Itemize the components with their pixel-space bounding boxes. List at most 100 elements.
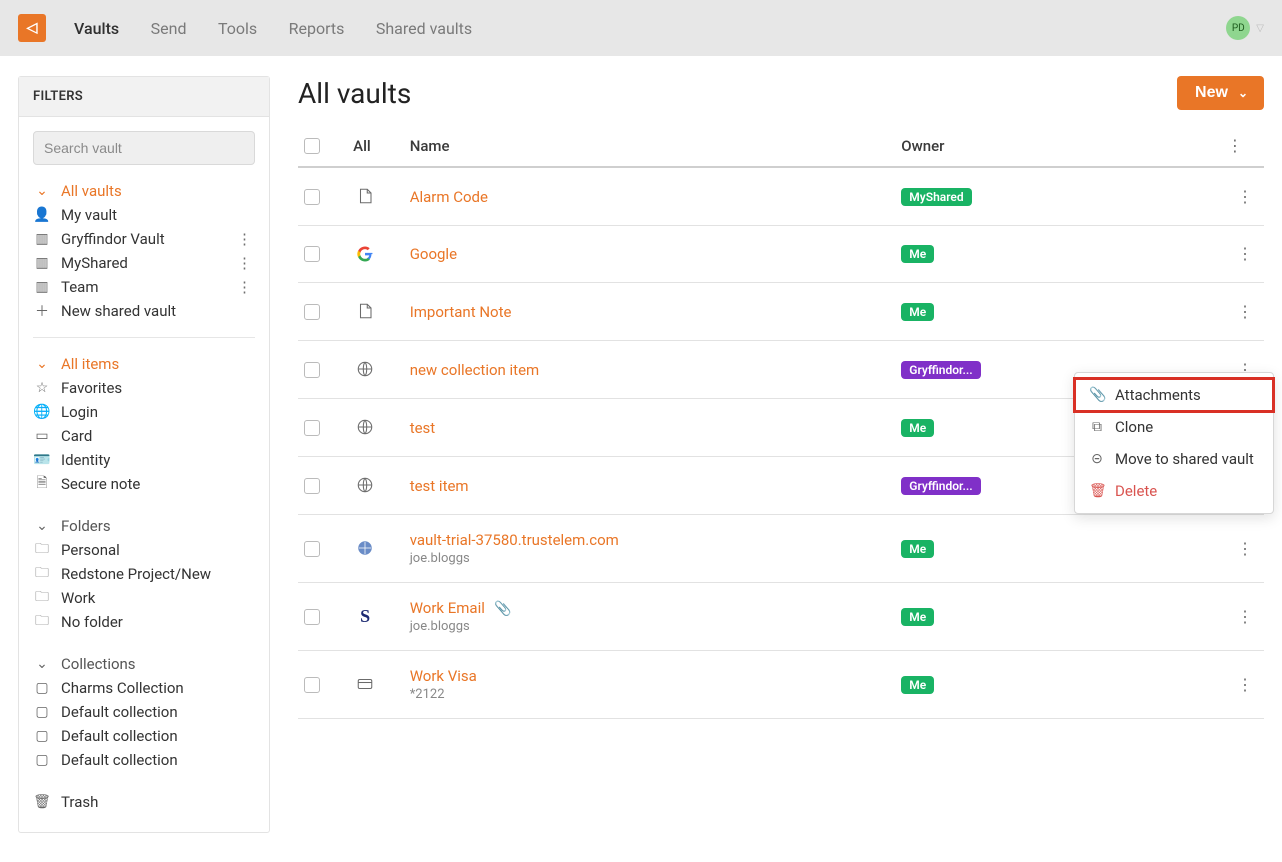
item-type-icon — [353, 473, 377, 497]
collection-icon: ▢ — [33, 680, 51, 696]
row-checkbox[interactable] — [304, 189, 320, 205]
chevron-down-icon[interactable]: ▽ — [1256, 23, 1264, 34]
row-checkbox[interactable] — [304, 609, 320, 625]
sidebar-item-folder[interactable]: 🗀 Work — [33, 586, 255, 610]
vault-icon: ▥ — [33, 279, 51, 295]
nav-tab-vaults[interactable]: Vaults — [74, 13, 119, 44]
vault-icon: ▥ — [33, 255, 51, 271]
kebab-icon[interactable]: ⋮ — [233, 281, 255, 294]
item-name-link[interactable]: new collection item — [410, 361, 540, 379]
sidebar-item-label: Personal — [61, 541, 255, 559]
item-type-icon — [353, 184, 377, 208]
ctx-item-attachments[interactable]: 📎 Attachments — [1075, 379, 1273, 411]
sidebar-item-label: Secure note — [61, 475, 255, 493]
sidebar-item-collection[interactable]: ▢ Default collection — [33, 700, 255, 724]
ctx-item-move[interactable]: ⊝ Move to shared vault — [1075, 443, 1273, 475]
row-checkbox[interactable] — [304, 541, 320, 557]
sidebar-item-collection[interactable]: ▢ Default collection — [33, 748, 255, 772]
row-checkbox[interactable] — [304, 246, 320, 262]
row-kebab-icon[interactable]: ⋮ — [1231, 540, 1258, 558]
sidebar-head-folders[interactable]: ⌄ Folders — [33, 514, 255, 538]
sidebar-item-gryffindor[interactable]: ▥ Gryffindor Vault ⋮ — [33, 227, 255, 251]
sidebar-item-myshared[interactable]: ▥ MyShared ⋮ — [33, 251, 255, 275]
row-checkbox[interactable] — [304, 304, 320, 320]
item-name-link[interactable]: Alarm Code — [410, 188, 488, 206]
sidebar-item-label: Favorites — [61, 379, 255, 397]
sidebar-item-trash[interactable]: 🗑 Trash — [33, 790, 255, 814]
sidebar-item-collection[interactable]: ▢ Charms Collection — [33, 676, 255, 700]
sidebar-item-label: New shared vault — [61, 302, 255, 320]
sidebar-item-card[interactable]: ▭ Card — [33, 424, 255, 448]
chevron-down-icon: ⌄ — [33, 518, 51, 534]
sidebar-item-label: Card — [61, 427, 255, 445]
sidebar-item-collection[interactable]: ▢ Default collection — [33, 724, 255, 748]
sidebar-item-team[interactable]: ▥ Team ⋮ — [33, 275, 255, 299]
item-name-link[interactable]: Google — [410, 245, 457, 263]
chevron-down-icon: ⌄ — [33, 656, 51, 672]
row-kebab-icon[interactable]: ⋮ — [1231, 188, 1258, 206]
row-checkbox[interactable] — [304, 362, 320, 378]
sidebar-item-folder[interactable]: 🗀 Personal — [33, 538, 255, 562]
sidebar-item-label: My vault — [61, 206, 255, 224]
row-kebab-icon[interactable]: ⋮ — [1231, 303, 1258, 321]
sidebar-head-label: All vaults — [61, 182, 255, 200]
sidebar-item-secure-note[interactable]: 🗎 Secure note — [33, 472, 255, 496]
sidebar-item-login[interactable]: 🌐 Login — [33, 400, 255, 424]
owner-badge: Me — [901, 419, 934, 437]
nav-tabs: Vaults Send Tools Reports Shared vaults — [74, 19, 500, 38]
sidebar-item-my-vault[interactable]: 👤 My vault — [33, 203, 255, 227]
row-checkbox[interactable] — [304, 478, 320, 494]
table-row: Google Me ⋮ — [298, 226, 1264, 283]
sidebar-head-all-vaults[interactable]: ⌄ All vaults — [33, 179, 255, 203]
chevron-down-icon: ⌄ — [1238, 86, 1248, 100]
sidebar-item-label: Default collection — [61, 751, 255, 769]
owner-badge: MyShared — [901, 188, 971, 206]
row-checkbox[interactable] — [304, 677, 320, 693]
row-kebab-icon[interactable]: ⋮ — [1231, 608, 1258, 626]
nav-tab-shared-vaults[interactable]: Shared vaults — [376, 13, 472, 44]
sidebar-item-folder[interactable]: 🗀 No folder — [33, 610, 255, 634]
sidebar-item-label: No folder — [61, 613, 255, 631]
sidebar-item-label: Team — [61, 278, 223, 296]
item-name-link[interactable]: Work Visa — [410, 667, 477, 685]
sidebar-title: FILTERS — [19, 77, 269, 117]
avatar[interactable]: PD — [1226, 16, 1250, 40]
select-all-checkbox[interactable] — [304, 138, 320, 154]
ctx-item-delete[interactable]: 🗑 Delete — [1075, 475, 1273, 507]
ctx-item-clone[interactable]: ⧉ Clone — [1075, 411, 1273, 443]
folder-icon: 🗀 — [33, 538, 51, 562]
item-name-link[interactable]: vault-trial-37580.trustelem.com — [410, 531, 619, 549]
col-name[interactable]: Name — [404, 126, 896, 167]
search-input[interactable] — [33, 131, 255, 165]
new-button[interactable]: New ⌄ — [1177, 76, 1264, 110]
col-all[interactable]: All — [347, 126, 404, 167]
item-type-icon — [353, 536, 377, 560]
item-name-link[interactable]: test item — [410, 477, 469, 495]
sidebar-head-all-items[interactable]: ⌄ All items — [33, 352, 255, 376]
sidebar-item-label: Default collection — [61, 703, 255, 721]
sidebar-item-favorites[interactable]: ☆ Favorites — [33, 376, 255, 400]
nav-tab-send[interactable]: Send — [151, 13, 187, 44]
kebab-icon[interactable]: ⋮ — [233, 257, 255, 270]
item-name-link[interactable]: Work Email — [410, 599, 485, 617]
item-type-icon — [353, 299, 377, 323]
sidebar-head-collections[interactable]: ⌄ Collections — [33, 652, 255, 676]
row-kebab-icon[interactable]: ⋮ — [1231, 245, 1258, 263]
note-icon: 🗎 — [33, 472, 51, 496]
nav-tab-reports[interactable]: Reports — [289, 13, 345, 44]
kebab-icon[interactable]: ⋮ — [233, 233, 255, 246]
row-kebab-icon[interactable]: ⋮ — [1231, 676, 1258, 694]
sidebar-item-new-shared[interactable]: ＋ New shared vault — [33, 299, 255, 323]
folder-icon: 🗀 — [33, 586, 51, 610]
sidebar-item-folder[interactable]: 🗀 Redstone Project/New — [33, 562, 255, 586]
item-name-link[interactable]: Important Note — [410, 303, 512, 321]
nav-tab-tools[interactable]: Tools — [218, 13, 257, 44]
item-type-icon — [353, 242, 377, 266]
col-owner[interactable]: Owner — [895, 126, 1215, 167]
row-checkbox[interactable] — [304, 420, 320, 436]
main-area: All vaults New ⌄ All Name Owner ⋮ Alarm — [270, 76, 1264, 833]
sidebar-item-identity[interactable]: 🪪 Identity — [33, 448, 255, 472]
sidebar-item-label: Charms Collection — [61, 679, 255, 697]
header-kebab-icon[interactable]: ⋮ — [1221, 137, 1248, 155]
item-name-link[interactable]: test — [410, 419, 436, 437]
